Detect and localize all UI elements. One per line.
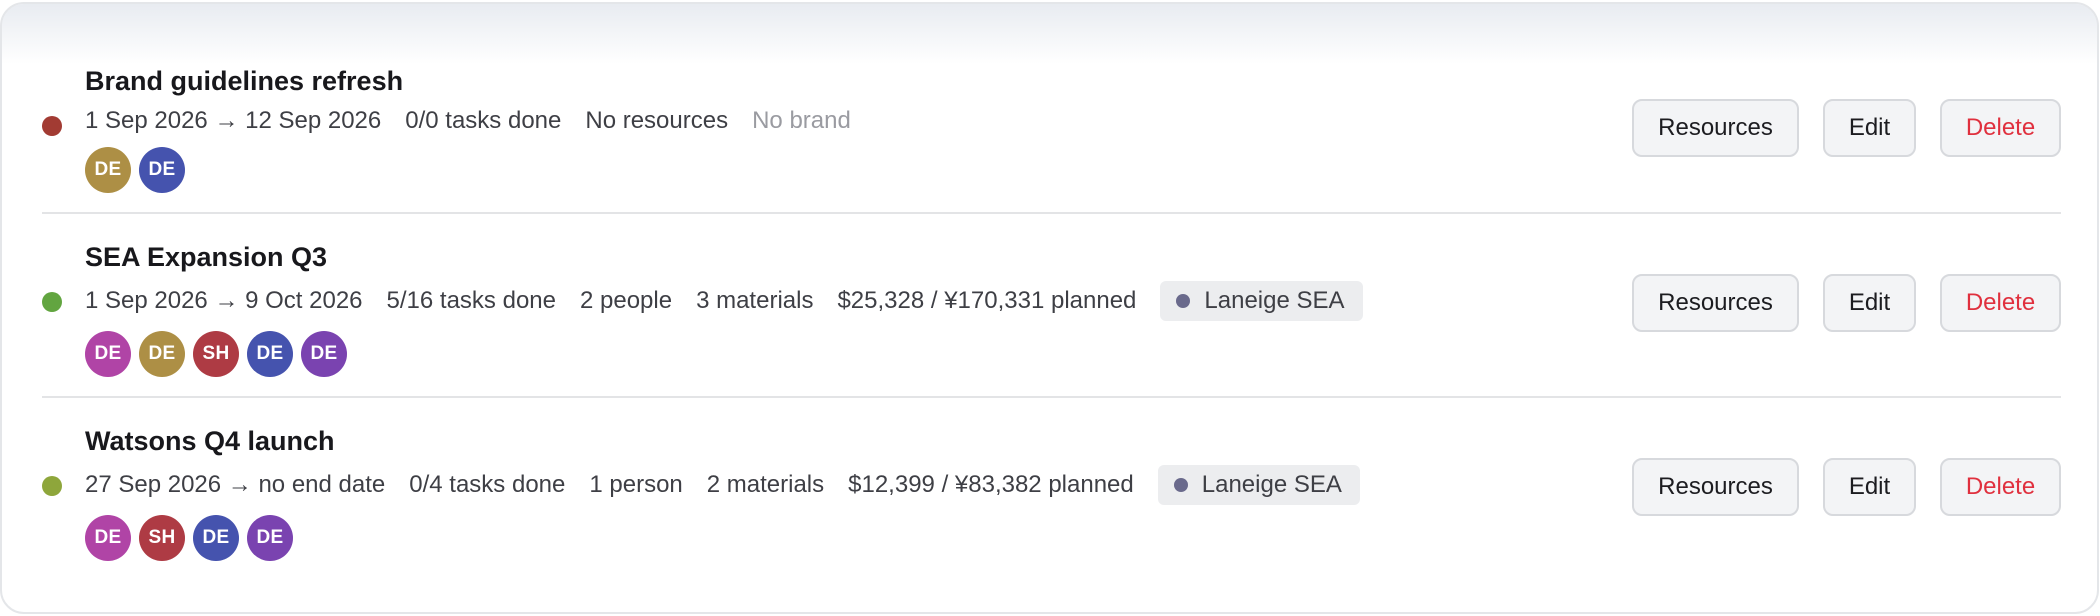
resources-button[interactable]: Resources	[1632, 274, 1799, 332]
project-dates: 1 Sep 2026 → 9 Oct 2026	[85, 287, 363, 314]
resources-button[interactable]: Resources	[1632, 99, 1799, 157]
delete-button[interactable]: Delete	[1940, 274, 2061, 332]
avatar[interactable]: DE	[193, 515, 239, 561]
brand-badge: Laneige SEA	[1157, 465, 1360, 505]
materials-count: 3 materials	[696, 287, 814, 314]
no-brand-label: No brand	[752, 107, 851, 134]
budget-planned: $12,399 / ¥83,382 planned	[848, 471, 1134, 498]
project-info: SEA Expansion Q3 1 Sep 2026 → 9 Oct 2026 5…	[85, 240, 1363, 377]
tasks-progress: 5/16 tasks done	[386, 287, 556, 314]
avatar[interactable]: SH	[139, 515, 185, 561]
project-title[interactable]: Watsons Q4 launch	[85, 424, 1360, 458]
resources-button[interactable]: Resources	[1632, 458, 1799, 516]
avatar[interactable]: DE	[139, 147, 185, 193]
project-info: Watsons Q4 launch 27 Sep 2026 → no end da…	[85, 424, 1360, 561]
avatar[interactable]: DE	[301, 331, 347, 377]
avatar[interactable]: SH	[193, 331, 239, 377]
status-dot	[42, 476, 62, 496]
status-dot	[42, 292, 62, 312]
project-row: Brand guidelines refresh 1 Sep 2026 → 12 …	[42, 44, 2061, 212]
project-title[interactable]: SEA Expansion Q3	[85, 240, 1363, 274]
project-meta: 1 Sep 2026 → 12 Sep 2026 0/0 tasks done No…	[85, 105, 851, 137]
team-avatars: DE SH DE DE	[85, 515, 1360, 561]
status-dot	[42, 116, 62, 136]
row-actions: Resources Edit Delete	[1632, 458, 2061, 516]
projects-card: Brand guidelines refresh 1 Sep 2026 → 12 …	[0, 2, 2099, 614]
edit-button[interactable]: Edit	[1823, 458, 1916, 516]
project-row: SEA Expansion Q3 1 Sep 2026 → 9 Oct 2026 5…	[42, 212, 2061, 396]
brand-name: Laneige SEA	[1201, 471, 1342, 498]
brand-badge: Laneige SEA	[1160, 281, 1363, 321]
avatar[interactable]: DE	[85, 515, 131, 561]
avatar[interactable]: DE	[139, 331, 185, 377]
avatar[interactable]: DE	[247, 515, 293, 561]
budget-planned: $25,328 / ¥170,331 planned	[837, 287, 1137, 314]
brand-name: Laneige SEA	[1204, 287, 1345, 314]
project-title[interactable]: Brand guidelines refresh	[85, 64, 851, 98]
people-count: 1 person	[589, 471, 683, 498]
project-meta: 27 Sep 2026 → no end date 0/4 tasks done 1…	[85, 465, 1360, 505]
team-avatars: DE DE	[85, 147, 851, 193]
avatar[interactable]: DE	[247, 331, 293, 377]
row-actions: Resources Edit Delete	[1632, 99, 2061, 157]
brand-color-dot	[1173, 478, 1188, 492]
people-count: 2 people	[579, 287, 673, 314]
people-count: No resources	[585, 107, 729, 134]
project-info: Brand guidelines refresh 1 Sep 2026 → 12 …	[85, 64, 851, 193]
avatar[interactable]: DE	[85, 147, 131, 193]
project-list: Brand guidelines refresh 1 Sep 2026 → 12 …	[42, 44, 2061, 576]
brand-color-dot	[1176, 294, 1191, 308]
delete-button[interactable]: Delete	[1940, 458, 2061, 516]
project-dates: 1 Sep 2026 → 12 Sep 2026	[85, 107, 382, 134]
edit-button[interactable]: Edit	[1823, 99, 1916, 157]
project-dates: 27 Sep 2026 → no end date	[85, 471, 386, 498]
project-row: Watsons Q4 launch 27 Sep 2026 → no end da…	[42, 396, 2061, 576]
project-meta: 1 Sep 2026 → 9 Oct 2026 5/16 tasks done 2 …	[85, 281, 1363, 321]
team-avatars: DE DE SH DE DE	[85, 331, 1363, 377]
materials-count: 2 materials	[706, 471, 825, 498]
row-actions: Resources Edit Delete	[1632, 274, 2061, 332]
delete-button[interactable]: Delete	[1940, 99, 2061, 157]
avatar[interactable]: DE	[85, 331, 131, 377]
tasks-progress: 0/0 tasks done	[405, 107, 562, 134]
tasks-progress: 0/4 tasks done	[409, 471, 566, 498]
edit-button[interactable]: Edit	[1823, 274, 1916, 332]
